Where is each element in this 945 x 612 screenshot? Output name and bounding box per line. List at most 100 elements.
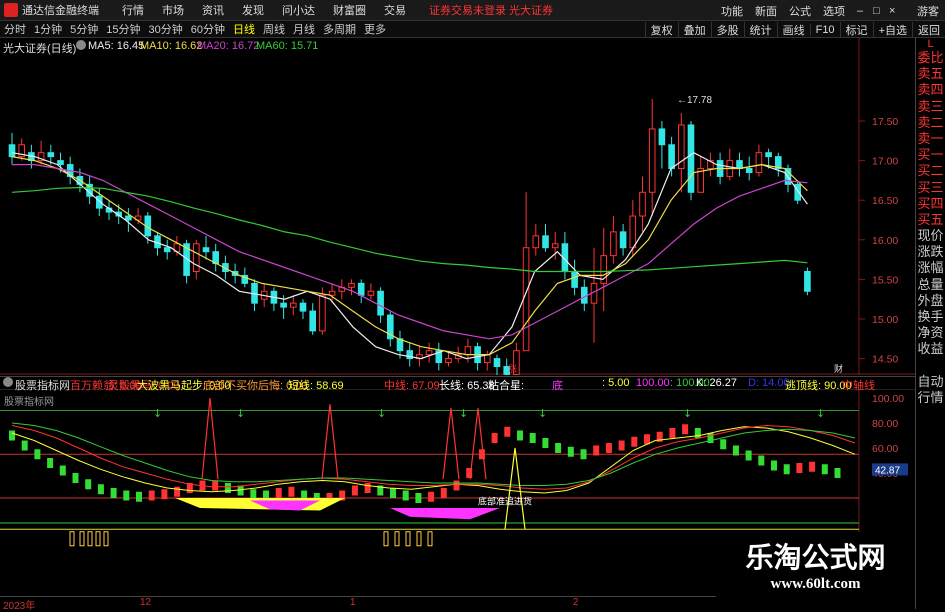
sidebar-item-5[interactable]: 卖一 (916, 131, 945, 147)
sidebar-item-10[interactable]: 买五 (916, 212, 945, 228)
candle-body[interactable] (193, 243, 200, 272)
period-1min[interactable]: 1分钟 (30, 21, 66, 37)
candle-body[interactable] (629, 215, 637, 249)
candle-body[interactable] (668, 144, 675, 170)
candle-body[interactable] (736, 160, 743, 170)
candle-body[interactable] (163, 247, 171, 253)
tool-fuquan[interactable]: 复权 (644, 21, 678, 38)
candle-body[interactable] (348, 282, 355, 288)
candle-body[interactable] (319, 294, 326, 332)
tool-f10[interactable]: F10 (809, 23, 840, 36)
close-button[interactable]: × (883, 5, 899, 17)
candle-body[interactable] (687, 124, 695, 193)
tool-huaxian[interactable]: 画线 (776, 21, 810, 38)
period-fenshi[interactable]: 分时 (0, 21, 30, 37)
period-monthly[interactable]: 月线 (289, 21, 319, 37)
sidebar-item-7[interactable]: 买二 (916, 163, 945, 179)
candle-body[interactable] (377, 290, 384, 316)
sidebar-item-20[interactable]: 自动 (916, 374, 945, 390)
sidebar-item-8[interactable]: 买三 (916, 180, 945, 196)
period-more[interactable]: 更多 (360, 21, 390, 37)
sidebar-item-4[interactable]: 卖二 (916, 115, 945, 131)
candle-body[interactable] (522, 247, 530, 352)
candle-body[interactable] (280, 302, 287, 308)
sidebar-item-21[interactable]: 行情 (916, 390, 945, 406)
period-60min[interactable]: 60分钟 (187, 21, 229, 37)
candle-body[interactable] (464, 346, 472, 356)
candle-body[interactable] (765, 152, 772, 158)
menu-wenxiaoda[interactable]: 问小达 (273, 2, 324, 18)
candle-body[interactable] (445, 358, 452, 364)
tool-duogu[interactable]: 多股 (710, 21, 744, 38)
sidebar-item-13[interactable]: 涨幅 (916, 260, 945, 276)
menu-faxian[interactable]: 发现 (233, 2, 273, 18)
user-label[interactable]: 游客 (911, 3, 945, 19)
candle-body[interactable] (8, 144, 16, 158)
candle-body[interactable] (610, 231, 617, 257)
candle-body[interactable] (309, 310, 316, 332)
tool-diejia[interactable]: 叠加 (677, 21, 711, 38)
period-30min[interactable]: 30分钟 (145, 21, 187, 37)
period-5min[interactable]: 5分钟 (66, 21, 102, 37)
candle-body[interactable] (357, 282, 365, 296)
sidebar-item-6[interactable]: 买一 (916, 147, 945, 163)
candle-body[interactable] (202, 247, 210, 253)
sidebar-item-2[interactable]: 卖四 (916, 82, 945, 98)
sidebar-item-0[interactable]: 委比 (916, 50, 945, 66)
menu-xinmian[interactable]: 新面 (749, 3, 783, 19)
sidebar-item-18[interactable]: 收益 (916, 341, 945, 357)
candle-body[interactable] (658, 128, 666, 146)
candle-body[interactable] (551, 243, 559, 249)
menu-zixun[interactable]: 资讯 (193, 2, 233, 18)
menu-gongneng[interactable]: 功能 (715, 3, 749, 19)
candle-body[interactable] (619, 231, 627, 249)
menu-jiaoyi[interactable]: 交易 (375, 2, 415, 18)
period-daily[interactable]: 日线 (229, 21, 259, 37)
menu-hangqing[interactable]: 行情 (113, 2, 153, 18)
candle-body[interactable] (804, 270, 811, 292)
tool-biaoji[interactable]: 标记 (839, 21, 873, 38)
tool-tongji[interactable]: 统计 (743, 21, 777, 38)
period-weekly[interactable]: 周线 (259, 21, 289, 37)
candle-body[interactable] (794, 183, 802, 201)
candle-body[interactable] (125, 215, 132, 221)
menu-shichang[interactable]: 市场 (153, 2, 193, 18)
sidebar-item-11[interactable]: 现价 (916, 228, 945, 244)
sidebar-item-1[interactable]: 卖五 (916, 66, 945, 82)
candle-body[interactable] (425, 350, 433, 356)
candle-body[interactable] (571, 270, 578, 288)
candle-body[interactable] (532, 235, 540, 249)
kline-chart[interactable]: 17.5017.0016.5016.0015.5015.0014.5014.00… (0, 38, 915, 375)
sidebar-item-14[interactable]: 总量 (916, 277, 945, 293)
candle-body[interactable] (581, 286, 588, 304)
menu-xuanxiang[interactable]: 选项 (817, 3, 851, 19)
period-multi[interactable]: 多周期 (319, 21, 360, 37)
sidebar-item-15[interactable]: 外盘 (916, 293, 945, 309)
sidebar-item-19[interactable] (916, 358, 945, 374)
candle-body[interactable] (493, 358, 501, 368)
candle-body[interactable] (47, 152, 55, 158)
candle-body[interactable] (57, 160, 64, 166)
candle-body[interactable] (367, 290, 375, 296)
maximize-button[interactable]: □ (867, 5, 883, 17)
kline-panel[interactable]: 光大证券(日线) MA5: 16.45 MA10: 16.62 MA20: 16… (0, 38, 915, 375)
candle-body[interactable] (755, 152, 763, 173)
candle-body[interactable] (290, 302, 297, 308)
sidebar-item-17[interactable]: 净资 (916, 325, 945, 341)
sidebar-item-3[interactable]: 卖三 (916, 99, 945, 115)
tool-fanhui[interactable]: 返回 (912, 21, 945, 38)
candle-body[interactable] (745, 168, 753, 173)
period-15min[interactable]: 15分钟 (102, 21, 144, 37)
tool-zixuan[interactable]: +自选 (872, 21, 912, 38)
menu-gongshi[interactable]: 公式 (783, 3, 817, 19)
candle-body[interactable] (299, 302, 307, 312)
sidebar-item-16[interactable]: 换手 (916, 309, 945, 325)
candle-body[interactable] (648, 128, 656, 193)
candle-body[interactable] (639, 191, 646, 217)
sidebar-item-9[interactable]: 买四 (916, 196, 945, 212)
minimize-button[interactable]: – (851, 5, 867, 17)
menu-caifuquan[interactable]: 财富圈 (324, 2, 375, 18)
login-notice[interactable]: 证券交易未登录 光大证券 (429, 2, 553, 18)
candle-body[interactable] (542, 235, 549, 249)
sidebar-item-12[interactable]: 涨跌 (916, 244, 945, 260)
